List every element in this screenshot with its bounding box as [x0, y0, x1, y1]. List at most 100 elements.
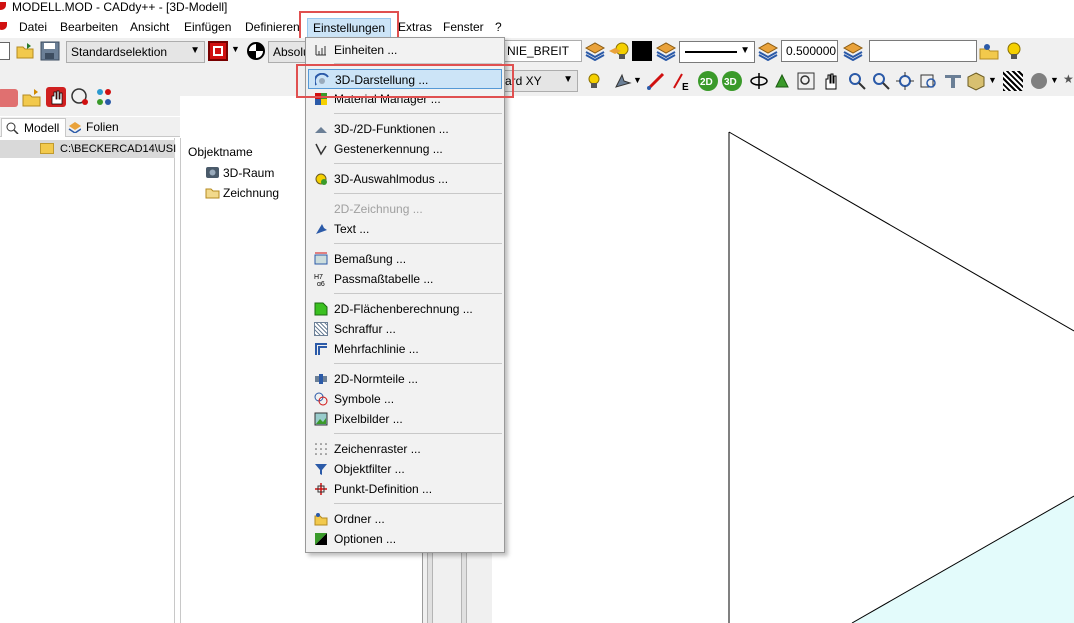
sphere-dropdown-arrow-icon[interactable]: ▼	[1050, 75, 1059, 85]
selection-mode-value: Standardselektion	[71, 45, 168, 59]
view-2d-icon[interactable]: 2D	[698, 71, 718, 91]
menu-item-bemassung[interactable]: Bemaßung ...	[308, 249, 502, 269]
render-cube-icon[interactable]	[966, 71, 986, 91]
menu-item-text[interactable]: Text ...	[308, 219, 502, 239]
layer-stack-icon[interactable]	[0, 89, 18, 107]
menu-fenster[interactable]: Fenster	[443, 20, 484, 34]
new-file-icon[interactable]	[0, 42, 10, 60]
menu-item-pixelbilder[interactable]: Pixelbilder ...	[308, 409, 502, 429]
menu-item-label: Ordner ...	[334, 512, 385, 526]
tab-modell[interactable]: Modell	[1, 118, 67, 137]
menu-item-2d-normteile[interactable]: 2D-Normteile ...	[308, 369, 502, 389]
layers-icon-4[interactable]	[842, 41, 864, 62]
menu-item-mehrfachlinie[interactable]: Mehrfachlinie ...	[308, 339, 502, 359]
menu-item-passmasstabelle[interactable]: H7 g6 Passmaßtabelle ...	[308, 269, 502, 289]
pan-hand-icon[interactable]	[821, 71, 841, 91]
menu-item-gestenerkennung[interactable]: Gestenerkennung ...	[308, 139, 502, 159]
drawing-canvas[interactable]	[492, 96, 1074, 623]
title-bar: MODELL.MOD - CADdy++ - [3D-Modell]	[0, 0, 1074, 16]
line-width-field[interactable]: 0.500000	[781, 40, 838, 62]
render-dropdown-arrow-icon[interactable]: ▼	[988, 75, 997, 85]
menu-item-2d-zeichnung[interactable]: 2D-Zeichnung ...	[308, 199, 502, 219]
hatch-pattern-icon[interactable]	[1003, 71, 1023, 91]
menu-datei[interactable]: Datei	[19, 20, 47, 34]
standard-parts-icon	[314, 372, 328, 386]
3d-darstellung-highlight	[296, 64, 514, 98]
line-type-field[interactable]: NIE_BREIT	[502, 40, 582, 62]
menu-item-3d-auswahlmodus[interactable]: 3D-Auswahlmodus ...	[308, 169, 502, 189]
save-icon[interactable]	[40, 41, 60, 61]
tab-folien[interactable]: Folien	[64, 118, 125, 137]
menu-extras[interactable]: Extras	[398, 20, 432, 34]
selection-mode-select[interactable]: Standardselektion ▼	[66, 41, 205, 63]
color-dropdown-arrow-icon[interactable]: ▼	[231, 44, 240, 54]
lightbulb-icon[interactable]	[1002, 41, 1024, 61]
drawing-folder-icon	[205, 186, 220, 199]
zoom-window-icon[interactable]	[796, 71, 816, 91]
layers-icon-3[interactable]	[757, 41, 779, 62]
menu-einfuegen[interactable]: Einfügen	[184, 20, 231, 34]
open-folder-icon[interactable]	[16, 42, 36, 60]
layer-manager-icon[interactable]	[979, 41, 1001, 61]
open-project-icon[interactable]	[22, 87, 42, 107]
gesture-icon	[314, 142, 328, 156]
absolute-mode-select[interactable]: Absolu	[268, 41, 310, 63]
menu-item-ordner[interactable]: Ordner ...	[308, 509, 502, 529]
crosshair-target-icon[interactable]	[246, 41, 266, 61]
rotate-view-icon[interactable]	[749, 71, 769, 91]
svg-text:3D: 3D	[724, 77, 737, 88]
zoom-previous-icon[interactable]	[919, 71, 939, 91]
object-zeichnung[interactable]: Zeichnung	[223, 186, 279, 200]
menu-item-label: Pixelbilder ...	[334, 412, 403, 426]
menu-item-zeichenraster[interactable]: Zeichenraster ...	[308, 439, 502, 459]
menu-item-label: 2D-Normteile ...	[334, 372, 419, 386]
menu-item-objektfilter[interactable]: Objektfilter ...	[308, 459, 502, 479]
menu-item-label: Text ...	[334, 222, 370, 236]
star-icon[interactable]: ★	[1063, 72, 1074, 86]
zoom-in-icon[interactable]	[847, 71, 867, 91]
line-width-value: 0.500000	[786, 44, 837, 58]
system-menu-icon[interactable]	[0, 22, 7, 30]
menu-item-label: 2D-Flächenberechnung ...	[334, 302, 473, 316]
lightbulb-layers-icon[interactable]	[608, 41, 630, 61]
folder-icon	[314, 512, 328, 526]
color-picker-icon[interactable]	[208, 41, 228, 61]
draw-line-icon[interactable]	[646, 71, 666, 91]
menu-item-einheiten[interactable]: Einheiten ...	[308, 40, 502, 60]
menu-help[interactable]: ?	[495, 20, 502, 34]
layers-icon[interactable]	[584, 41, 606, 62]
snap-dropdown-arrow-icon[interactable]: ▼	[633, 75, 642, 85]
sphere-icon[interactable]	[1029, 71, 1049, 91]
menu-ansicht[interactable]: Ansicht	[130, 20, 169, 34]
edit-e-icon[interactable]: E	[671, 71, 691, 93]
walk-view-icon[interactable]	[772, 71, 792, 91]
layer-name-field[interactable]	[869, 40, 977, 62]
menu-item-punkt-definition[interactable]: Punkt-Definition ...	[308, 479, 502, 499]
view-3d-icon[interactable]: 3D	[722, 71, 742, 91]
layers-icon-2[interactable]	[655, 41, 677, 62]
tree-root-row[interactable]: C:\BECKERCAD14\USI	[0, 140, 176, 158]
menu-item-symbole[interactable]: Symbole ...	[308, 389, 502, 409]
snap-mode-icon[interactable]	[613, 71, 633, 91]
fit-table-icon: H7 g6	[314, 272, 328, 288]
menu-item-schraffur[interactable]: Schraffur ...	[308, 319, 502, 339]
menu-item-optionen[interactable]: Optionen ...	[308, 529, 502, 549]
redraw-icon[interactable]	[943, 71, 963, 91]
zoom-out-icon[interactable]	[871, 71, 891, 91]
inspect-icon[interactable]	[70, 87, 90, 107]
text-icon	[314, 222, 328, 236]
area-calc-icon	[314, 302, 328, 316]
menu-bearbeiten[interactable]: Bearbeiten	[60, 20, 118, 34]
lightbulb-plane-icon[interactable]	[583, 71, 603, 91]
symbols-icon	[314, 392, 328, 406]
line-style-select[interactable]: ▼	[679, 41, 755, 63]
menu-definieren[interactable]: Definieren	[245, 20, 300, 34]
object-3d-raum[interactable]: 3D-Raum	[223, 166, 274, 180]
hierarchy-icon[interactable]	[94, 87, 114, 107]
hand-select-icon[interactable]	[46, 87, 66, 107]
color-black-swatch[interactable]	[632, 41, 652, 61]
zoom-extents-icon[interactable]	[895, 71, 915, 91]
menu-item-2d-flaechenberechnung[interactable]: 2D-Flächenberechnung ...	[308, 299, 502, 319]
menu-item-3d-2d-funktionen[interactable]: 3D-/2D-Funktionen ...	[308, 119, 502, 139]
app-icon	[0, 2, 6, 10]
